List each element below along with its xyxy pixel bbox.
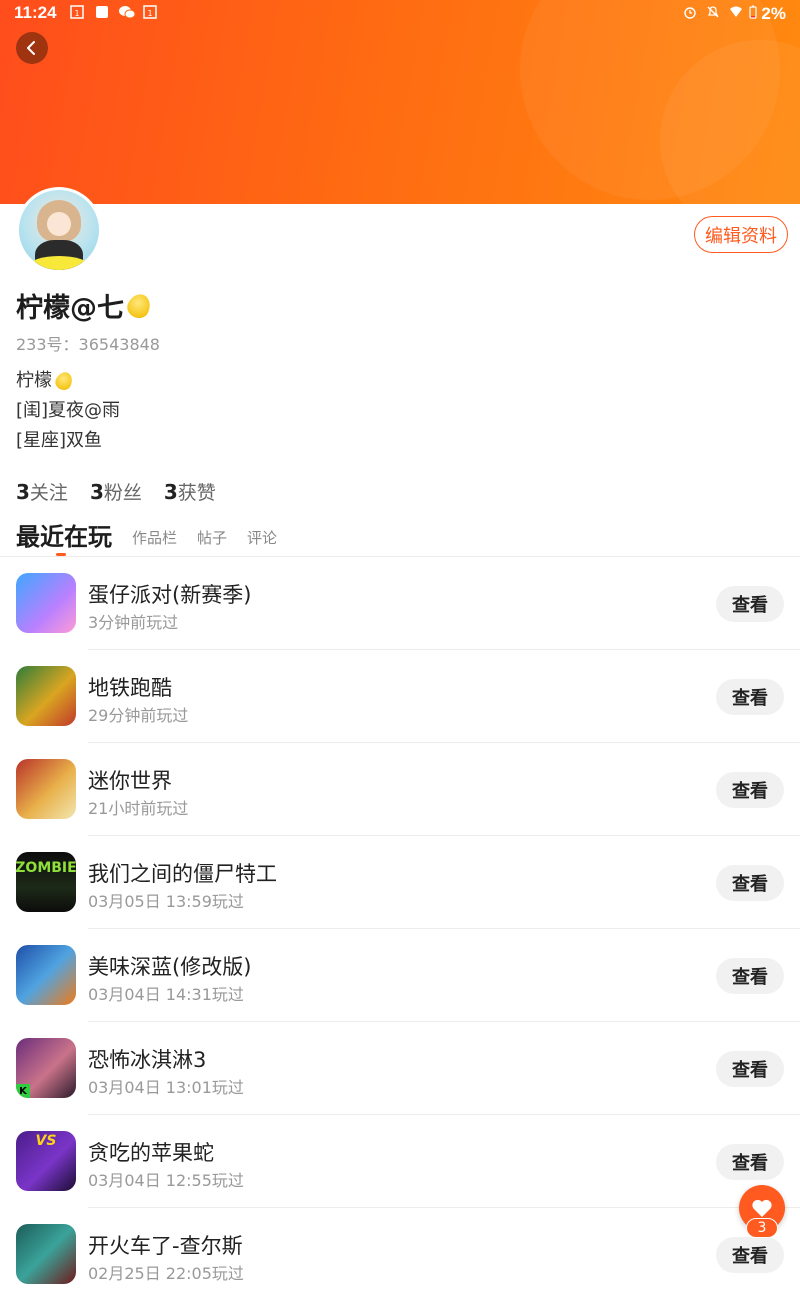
view-button[interactable]: 查看: [716, 1144, 784, 1180]
game-icon-logo: VS: [35, 1133, 57, 1149]
recent-games-list: 蛋仔派对(新赛季) 3分钟前玩过 查看 地铁跑酷 29分钟前玩过 查看 迷你世界…: [0, 557, 800, 1301]
game-title: 贪吃的苹果蛇: [88, 1141, 214, 1165]
game-title: 迷你世界: [88, 769, 172, 793]
view-button[interactable]: 查看: [716, 586, 784, 622]
view-button[interactable]: 查看: [716, 1051, 784, 1087]
stat-likes[interactable]: 3获赞: [164, 478, 216, 505]
list-item[interactable]: 开火车了-查尔斯 02月25日 22:05玩过 查看: [0, 1208, 800, 1301]
game-played-time: 02月25日 22:05玩过: [88, 1264, 244, 1283]
list-item[interactable]: K 恐怖冰淇淋3 03月04日 13:01玩过 查看: [0, 1022, 800, 1115]
game-played-time: 03月05日 13:59玩过: [88, 892, 244, 911]
bio-line: [星座]双鱼: [16, 430, 103, 451]
game-title: 蛋仔派对(新赛季): [88, 583, 252, 607]
view-button[interactable]: 查看: [716, 772, 784, 808]
heart-icon: [752, 1199, 772, 1217]
bio: 柠檬 [闺]夏夜@雨 [星座]双鱼: [16, 366, 120, 456]
chevron-left-icon: [27, 41, 35, 55]
game-title: 地铁跑酷: [88, 676, 172, 700]
view-button[interactable]: 查看: [716, 958, 784, 994]
game-icon: K: [16, 1038, 76, 1098]
game-icon: [16, 1224, 76, 1284]
username-text: 柠檬@七: [16, 293, 124, 324]
view-button[interactable]: 查看: [716, 679, 784, 715]
profile-banner: [0, 0, 800, 204]
username: 柠檬@七: [16, 286, 155, 325]
game-icon: VS: [16, 1131, 76, 1191]
battery-level: 2%: [761, 4, 786, 23]
game-icon-logo: ZOMBIE: [16, 860, 76, 876]
wifi-icon: [730, 6, 742, 17]
tab-comments[interactable]: 评论: [247, 527, 277, 552]
game-icon: [16, 759, 76, 819]
avatar[interactable]: [16, 187, 102, 273]
status-time: 11:24: [14, 3, 57, 22]
game-played-time: 21小时前玩过: [88, 799, 189, 818]
mute-icon: [707, 6, 719, 18]
game-played-time: 3分钟前玩过: [88, 613, 179, 632]
game-icon: ZOMBIE: [16, 852, 76, 912]
stat-followers[interactable]: 3粉丝: [90, 478, 142, 505]
list-item[interactable]: 美味深蓝(修改版) 03月04日 14:31玩过 查看: [0, 929, 800, 1022]
avatar-image: [19, 190, 99, 270]
game-title: 开火车了-查尔斯: [88, 1234, 243, 1258]
game-icon: [16, 666, 76, 726]
view-button[interactable]: 查看: [716, 1237, 784, 1273]
bio-line: [闺]夏夜@雨: [16, 400, 121, 421]
wechat-icon: [119, 6, 136, 19]
alarm-icon: [684, 7, 696, 19]
lemon-emoji-icon: [52, 369, 76, 393]
list-item[interactable]: VS 贪吃的苹果蛇 03月04日 12:55玩过 查看: [0, 1115, 800, 1208]
list-item[interactable]: 迷你世界 21小时前玩过 查看: [0, 743, 800, 836]
like-count-badge: 3: [746, 1218, 778, 1238]
game-icon: [16, 945, 76, 1005]
sim-icon: 1: [70, 5, 84, 19]
list-item[interactable]: 地铁跑酷 29分钟前玩过 查看: [0, 650, 800, 743]
tab-posts[interactable]: 帖子: [197, 527, 227, 552]
profile-tabs: 最近在玩 作品栏 帖子 评论: [16, 517, 297, 556]
status-bar: 11:24 1 1 2%: [0, 0, 800, 26]
game-icon-badge: K: [16, 1084, 30, 1098]
game-title: 美味深蓝(修改版): [88, 955, 252, 979]
game-played-time: 03月04日 12:55玩过: [88, 1171, 244, 1190]
game-played-time: 03月04日 13:01玩过: [88, 1078, 244, 1097]
bio-line: 柠檬: [16, 366, 120, 396]
user-id: 233号：36543848: [16, 335, 160, 354]
game-played-time: 29分钟前玩过: [88, 706, 189, 725]
game-icon: [16, 573, 76, 633]
tab-works[interactable]: 作品栏: [132, 527, 177, 552]
game-played-time: 03月04日 14:31玩过: [88, 985, 244, 1004]
list-item[interactable]: ZOMBIE 我们之间的僵尸特工 03月05日 13:59玩过 查看: [0, 836, 800, 929]
back-button[interactable]: [16, 32, 48, 64]
svg-text:1: 1: [74, 9, 79, 18]
sim-icon: 1: [143, 5, 157, 19]
view-button[interactable]: 查看: [716, 865, 784, 901]
lemon-emoji-icon: [123, 289, 155, 322]
stat-following[interactable]: 3关注: [16, 478, 68, 505]
tab-recently-played[interactable]: 最近在玩: [16, 517, 112, 556]
game-title: 恐怖冰淇淋3: [88, 1048, 207, 1072]
square-icon: [96, 6, 108, 18]
list-item[interactable]: 蛋仔派对(新赛季) 3分钟前玩过 查看: [0, 557, 800, 650]
svg-text:1: 1: [147, 9, 152, 18]
profile-stats: 3关注 3粉丝 3获赞: [16, 478, 238, 505]
battery-icon: [749, 5, 757, 19]
edit-profile-button[interactable]: 编辑资料: [694, 216, 788, 253]
game-title: 我们之间的僵尸特工: [88, 862, 277, 886]
